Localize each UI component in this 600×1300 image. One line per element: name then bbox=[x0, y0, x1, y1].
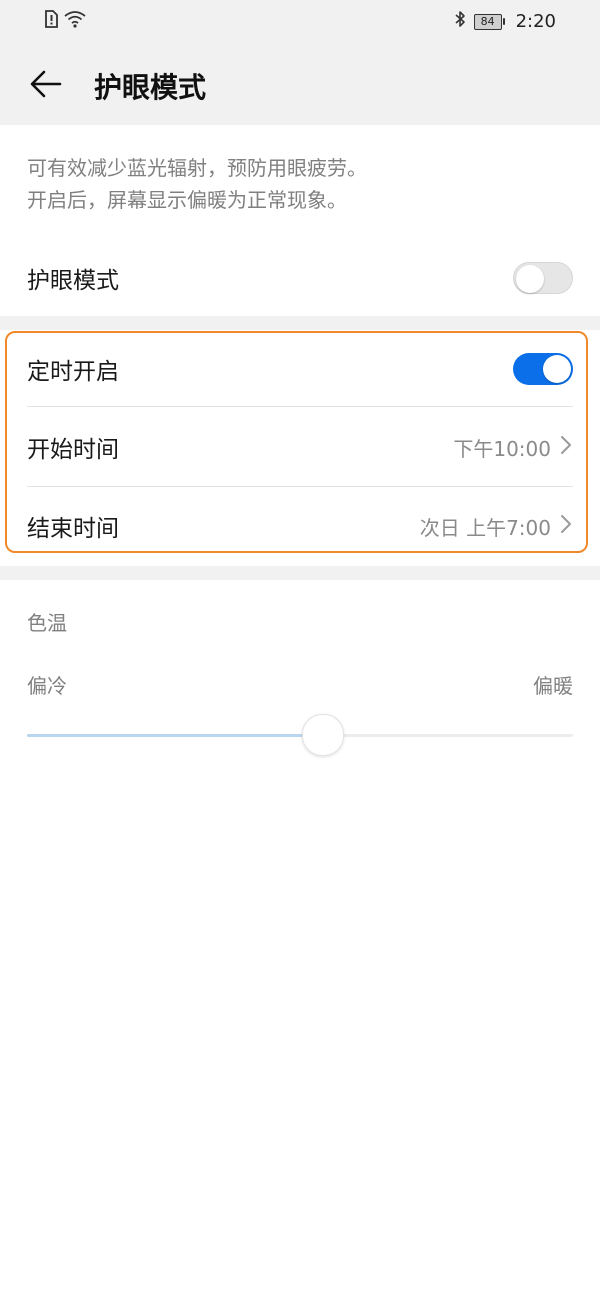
eye-care-toggle[interactable] bbox=[513, 262, 573, 294]
description: 可有效减少蓝光辐射，预防用眼疲劳。 开启后，屏幕显示偏暖为正常现象。 bbox=[27, 152, 567, 216]
back-button[interactable] bbox=[28, 66, 64, 102]
status-time: 2:20 bbox=[515, 11, 556, 32]
slider-fill bbox=[27, 734, 322, 737]
wifi-icon bbox=[64, 10, 86, 32]
color-temp-title: 色温 bbox=[27, 611, 67, 635]
color-temp-slider[interactable] bbox=[27, 714, 573, 756]
status-right: 84 2:20 bbox=[454, 10, 556, 33]
toggle-knob bbox=[516, 265, 544, 293]
page-title: 护眼模式 bbox=[94, 71, 207, 104]
slider-thumb[interactable] bbox=[301, 714, 344, 756]
back-arrow-icon bbox=[28, 70, 64, 106]
section-separator bbox=[0, 566, 600, 580]
eye-care-row[interactable]: 护眼模式 bbox=[27, 246, 573, 310]
battery-icon: 84 bbox=[473, 13, 505, 30]
status-bar: 84 2:20 bbox=[0, 0, 600, 44]
description-line-1: 可有效减少蓝光辐射，预防用眼疲劳。 bbox=[27, 156, 367, 180]
bluetooth-icon bbox=[454, 10, 466, 33]
battery-level: 84 bbox=[480, 14, 495, 28]
highlight-frame bbox=[5, 331, 588, 553]
cool-label: 偏冷 bbox=[27, 674, 67, 698]
description-line-2: 开启后，屏幕显示偏暖为正常现象。 bbox=[27, 188, 347, 212]
section-separator bbox=[0, 316, 600, 330]
eye-care-label: 护眼模式 bbox=[27, 268, 119, 294]
status-left bbox=[44, 10, 86, 32]
warm-label: 偏暖 bbox=[533, 674, 573, 698]
sim-alert-icon bbox=[44, 10, 58, 32]
app-bar: 护眼模式 bbox=[0, 44, 600, 125]
